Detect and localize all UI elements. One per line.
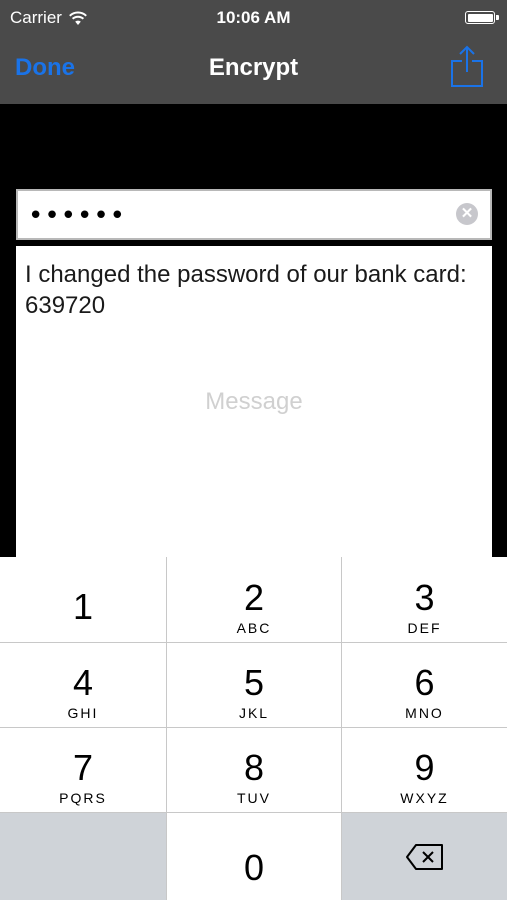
key-5[interactable]: 5 JKL <box>167 643 341 727</box>
page-title: Encrypt <box>208 54 299 81</box>
keypad-divider <box>166 557 167 900</box>
clear-icon[interactable]: ✕ <box>456 203 478 225</box>
keypad-divider <box>0 642 507 643</box>
status-time: 10:06 AM <box>216 8 291 27</box>
key-6[interactable]: 6 MNO <box>342 643 507 727</box>
password-field[interactable]: •••••• ✕ <box>16 189 492 240</box>
keypad-divider <box>0 812 507 813</box>
keypad-divider <box>341 557 342 900</box>
key-8[interactable]: 8 TUV <box>167 728 341 812</box>
key-2[interactable]: 2 ABC <box>167 557 341 642</box>
message-text: I changed the password of our bank card:… <box>25 261 467 319</box>
status-bar: Carrier 10:06 AM <box>0 0 507 36</box>
key-4[interactable]: 4 GHI <box>0 643 166 727</box>
message-textarea[interactable]: I changed the password of our bank card:… <box>16 246 492 566</box>
key-9[interactable]: 9 WXYZ <box>342 728 507 812</box>
keypad-divider <box>0 727 507 728</box>
share-icon[interactable] <box>449 44 485 88</box>
delete-key[interactable] <box>342 813 507 900</box>
key-0[interactable]: 0 <box>167 813 341 900</box>
password-value: •••••• <box>28 201 127 231</box>
battery-icon <box>465 11 499 24</box>
backspace-icon <box>406 844 443 870</box>
key-1[interactable]: 1 <box>0 557 166 642</box>
message-placeholder: Message <box>205 388 303 415</box>
done-button[interactable]: Done <box>15 54 75 82</box>
navigation-bar: Done Encrypt <box>0 36 507 104</box>
key-7[interactable]: 7 PQRS <box>0 728 166 812</box>
key-3[interactable]: 3 DEF <box>342 557 507 642</box>
numeric-keypad: 1 2 ABC 3 DEF 4 GHI 5 JKL 6 MNO 7 PQRS 8 TUV 9W… <box>0 557 507 900</box>
keypad-blank-key <box>0 813 166 900</box>
